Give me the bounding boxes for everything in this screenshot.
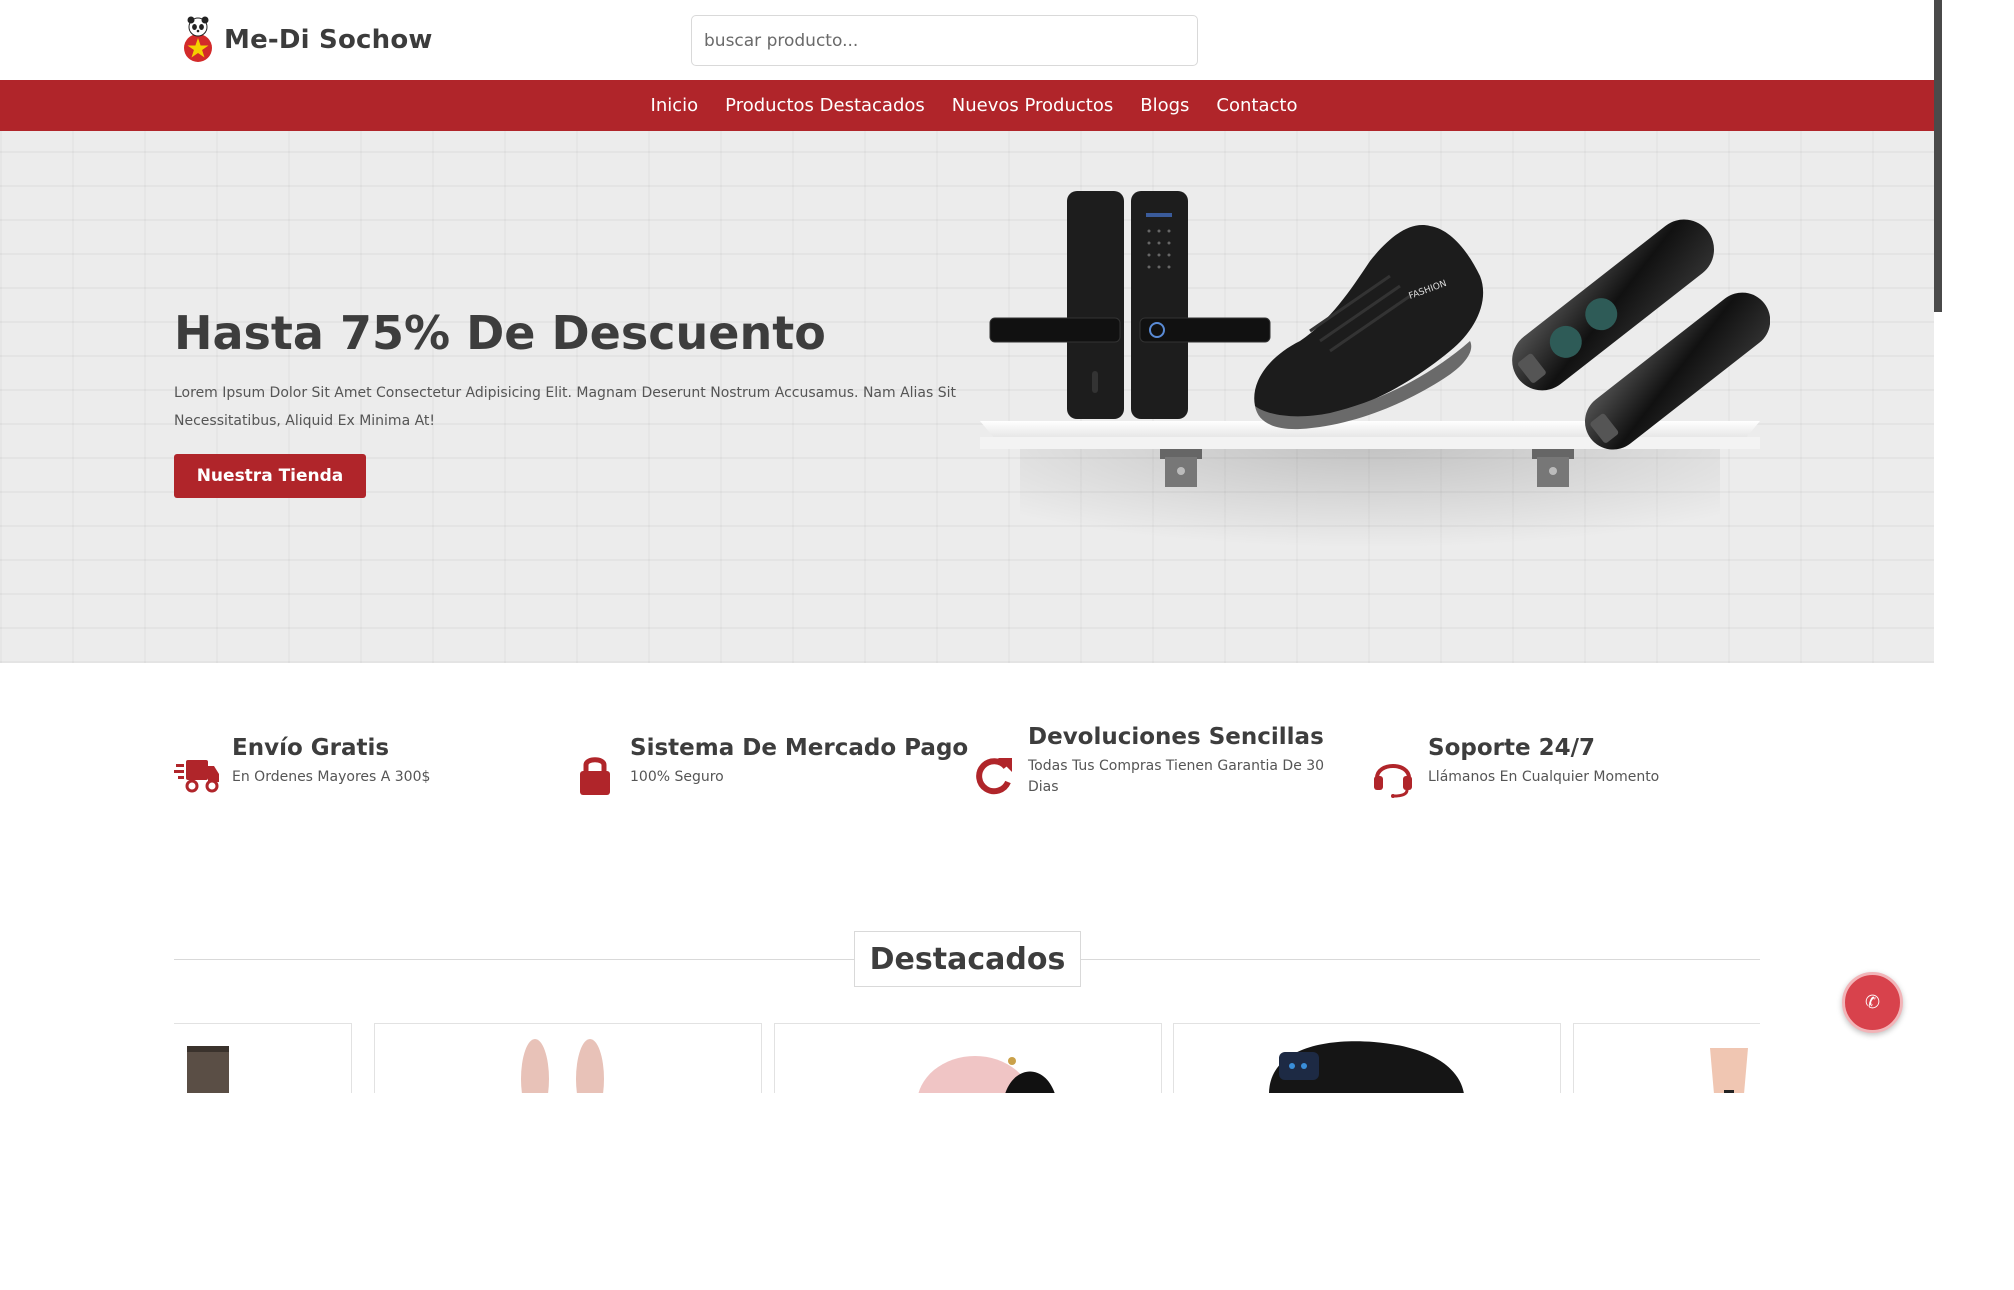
nav-item-nuevos-productos[interactable]: Nuevos Productos bbox=[952, 95, 1113, 116]
product-card[interactable] bbox=[174, 1023, 352, 1093]
product-carousel bbox=[174, 1023, 1760, 1093]
product-image bbox=[1269, 1041, 1464, 1093]
feature-subtitle: 100% Seguro bbox=[630, 769, 724, 785]
phone-icon: ✆ bbox=[1864, 992, 1881, 1013]
feature-mercado-pago: Sistema De Mercado Pago 100% Seguro bbox=[572, 735, 968, 798]
product-image bbox=[187, 1046, 229, 1093]
product-card[interactable] bbox=[1573, 1023, 1760, 1093]
features-row: Envío Gratis En Ordenes Mayores A 300$ S… bbox=[174, 724, 1760, 825]
truck-icon bbox=[174, 760, 219, 793]
feature-title: Soporte 24/7 bbox=[1428, 735, 1595, 761]
hero-banner: Hasta 75% De Descuento Lorem Ipsum Dolor… bbox=[0, 131, 1934, 663]
feature-subtitle: Todas Tus Compras Tienen Garantia De 30 … bbox=[1028, 758, 1325, 795]
product-image bbox=[1710, 1048, 1748, 1093]
feature-subtitle: En Ordenes Mayores A 300$ bbox=[232, 769, 431, 785]
lock-icon bbox=[580, 757, 610, 795]
site-header: Me-Di Sochow bbox=[0, 0, 1934, 80]
headset-icon bbox=[1374, 764, 1412, 798]
product-card[interactable] bbox=[774, 1023, 1162, 1093]
page-scrollbar[interactable] bbox=[1934, 0, 1942, 312]
hero-description: Lorem Ipsum Dolor Sit Amet Consectetur A… bbox=[174, 385, 957, 429]
panda-logo-icon bbox=[184, 16, 212, 62]
feature-title: Envío Gratis bbox=[232, 735, 390, 761]
feature-soporte: Soporte 24/7 Llámanos En Cualquier Momen… bbox=[1370, 735, 1659, 798]
feature-devoluciones: Devoluciones Sencillas Todas Tus Compras… bbox=[970, 724, 1348, 798]
search-input[interactable] bbox=[691, 15, 1198, 66]
feature-title: Sistema De Mercado Pago bbox=[630, 735, 969, 761]
product-card[interactable] bbox=[1173, 1023, 1561, 1093]
door-lock-image bbox=[989, 191, 1271, 419]
feature-envio-gratis: Envío Gratis En Ordenes Mayores A 300$ bbox=[174, 735, 430, 798]
feature-title: Devoluciones Sencillas bbox=[1028, 724, 1324, 750]
shop-button[interactable]: Nuestra Tienda bbox=[174, 454, 366, 498]
product-image bbox=[918, 1056, 1055, 1093]
sneaker-image: FASHION bbox=[1254, 225, 1484, 430]
brand-name: Me-Di Sochow bbox=[224, 25, 433, 55]
main-nav: Inicio Productos Destacados Nuevos Produ… bbox=[0, 80, 1934, 131]
feature-subtitle: Llámanos En Cualquier Momento bbox=[1428, 769, 1660, 785]
product-image bbox=[521, 1039, 604, 1093]
product-card[interactable] bbox=[374, 1023, 762, 1093]
section-title: Destacados bbox=[854, 931, 1081, 987]
nav-item-contacto[interactable]: Contacto bbox=[1216, 95, 1297, 116]
nav-item-productos-destacados[interactable]: Productos Destacados bbox=[725, 95, 925, 116]
hero-title: Hasta 75% De Descuento bbox=[174, 306, 826, 360]
nav-item-inicio[interactable]: Inicio bbox=[651, 95, 699, 116]
redo-icon bbox=[976, 758, 1012, 795]
nav-item-blogs[interactable]: Blogs bbox=[1140, 95, 1189, 116]
hero-products-image: FASHION bbox=[980, 191, 1770, 593]
phone-call-button[interactable]: ✆ bbox=[1842, 972, 1903, 1033]
logo[interactable]: Me-Di Sochow bbox=[180, 16, 433, 64]
